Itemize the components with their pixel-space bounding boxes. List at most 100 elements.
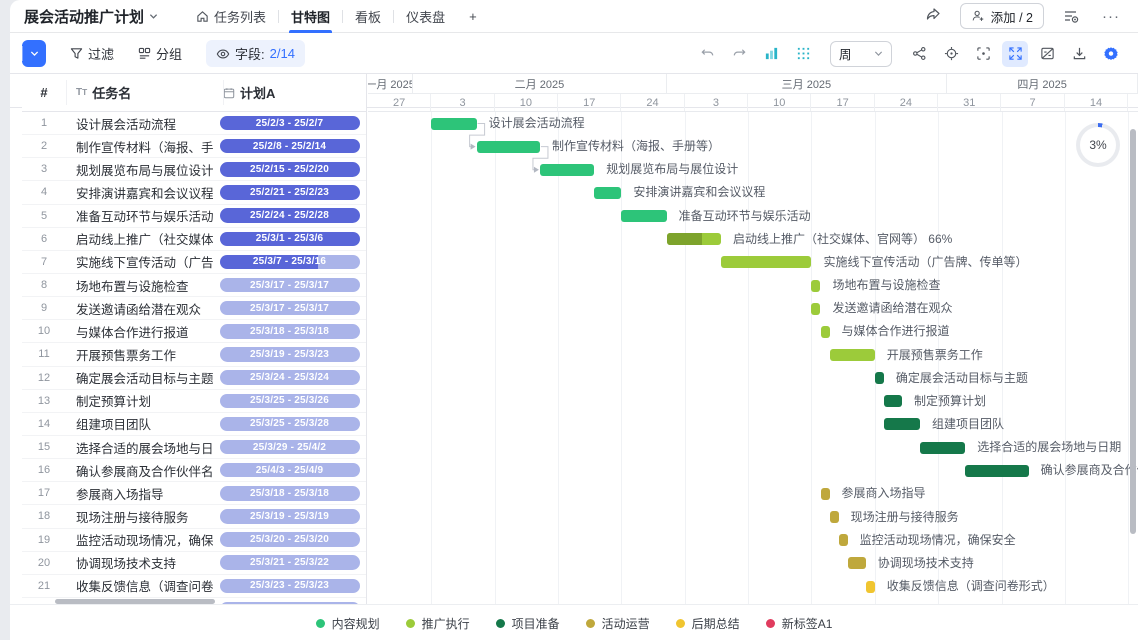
- date-range-pill[interactable]: 25/2/8 - 25/2/14: [220, 139, 360, 154]
- date-range-pill[interactable]: 25/3/20 - 25/3/20: [220, 532, 360, 547]
- table-row[interactable]: 4安排演讲嘉宾和会议议程25/2/21 - 25/2/23: [22, 181, 366, 204]
- date-range-pill[interactable]: [220, 602, 360, 605]
- tab-dashboard[interactable]: 仪表盘: [394, 0, 457, 33]
- tab-kanban[interactable]: 看板: [343, 0, 393, 33]
- date-range-pill[interactable]: 25/2/24 - 25/2/28: [220, 208, 360, 223]
- undo-icon[interactable]: [694, 41, 720, 67]
- table-row[interactable]: 7实施线下宣传活动（广告...25/3/7 - 25/3/16: [22, 251, 366, 274]
- date-range-pill[interactable]: 25/3/18 - 25/3/18: [220, 486, 360, 501]
- date-range-pill[interactable]: 25/3/17 - 25/3/17: [220, 278, 360, 293]
- project-title-menu[interactable]: 展会活动推广计划: [24, 6, 158, 27]
- locate-icon[interactable]: [938, 41, 964, 67]
- gantt-bar[interactable]: [811, 303, 820, 315]
- gantt-bar[interactable]: [884, 395, 902, 407]
- date-range-pill[interactable]: 25/3/25 - 25/3/28: [220, 417, 360, 432]
- new-task-dropdown[interactable]: [23, 49, 46, 58]
- date-range-pill[interactable]: 25/3/21 - 25/3/22: [220, 555, 360, 570]
- date-range-pill[interactable]: 25/3/19 - 25/3/19: [220, 509, 360, 524]
- time-scale-select[interactable]: 周: [830, 41, 892, 67]
- gantt-bar[interactable]: [965, 465, 1028, 477]
- gantt-bar[interactable]: [811, 280, 820, 292]
- table-row[interactable]: 6启动线上推广（社交媒体...25/3/1 - 25/3/6: [22, 228, 366, 251]
- redo-icon[interactable]: [726, 41, 752, 67]
- filter-button[interactable]: 过滤: [70, 44, 114, 63]
- gantt-bar[interactable]: [477, 141, 540, 153]
- date-range-pill[interactable]: 25/3/1 - 25/3/6: [220, 232, 360, 247]
- row-number: 7: [22, 256, 66, 268]
- download-icon[interactable]: [1066, 41, 1092, 67]
- settings-gear-icon[interactable]: [1098, 41, 1124, 67]
- date-range-pill[interactable]: 25/3/7 - 25/3/16: [220, 255, 360, 270]
- date-range-pill[interactable]: 25/3/18 - 25/3/18: [220, 324, 360, 339]
- date-range-pill[interactable]: 25/3/17 - 25/3/17: [220, 301, 360, 316]
- gantt-bar[interactable]: [821, 326, 830, 338]
- more-menu-icon[interactable]: ···: [1098, 3, 1124, 29]
- date-range-pill[interactable]: 25/3/29 - 25/4/2: [220, 440, 360, 455]
- table-row[interactable]: 1设计展会活动流程25/2/3 - 25/2/7: [22, 112, 366, 135]
- group-button[interactable]: 分组: [138, 44, 182, 63]
- table-row[interactable]: 14组建项目团队25/3/25 - 25/3/28: [22, 413, 366, 436]
- gantt-bar[interactable]: [667, 233, 721, 245]
- gantt-bar[interactable]: [540, 164, 594, 176]
- column-header-name[interactable]: TT 任务名: [66, 83, 213, 102]
- tab-task-list[interactable]: 任务列表: [184, 0, 278, 33]
- table-row[interactable]: 15选择合适的展会场地与日期25/3/29 - 25/4/2: [22, 436, 366, 459]
- gantt-bar[interactable]: [920, 442, 965, 454]
- gantt-bar[interactable]: [621, 210, 666, 222]
- table-row[interactable]: 13制定预算计划25/3/25 - 25/3/26: [22, 390, 366, 413]
- automation-icon[interactable]: [1058, 3, 1084, 29]
- share-button[interactable]: [920, 3, 946, 29]
- gantt-bar[interactable]: [875, 372, 884, 384]
- table-row[interactable]: 10与媒体合作进行报道25/3/18 - 25/3/18: [22, 320, 366, 343]
- gantt-bar[interactable]: [821, 488, 830, 500]
- date-range-pill[interactable]: 25/4/3 - 25/4/9: [220, 463, 360, 478]
- task-name: 制作宣传材料（海报、手...: [66, 137, 213, 156]
- table-row[interactable]: 3规划展览布局与展位设计25/2/15 - 25/2/20: [22, 158, 366, 181]
- new-task-button[interactable]: 新增: [22, 40, 46, 67]
- table-row[interactable]: 19监控活动现场情况，确保...25/3/20 - 25/3/20: [22, 529, 366, 552]
- column-header-plan[interactable]: 计划A: [213, 83, 366, 102]
- milestone-grid-icon[interactable]: [790, 41, 816, 67]
- add-member-button[interactable]: 添加 / 2: [960, 3, 1044, 29]
- gantt-bar[interactable]: [839, 534, 848, 546]
- baseline-icon[interactable]: [1034, 41, 1060, 67]
- header-bar: 展会活动推广计划 任务列表 甘特图 看板 仪表盘 +: [10, 0, 1138, 33]
- table-row[interactable]: 17参展商入场指导25/3/18 - 25/3/18: [22, 482, 366, 505]
- table-row[interactable]: 5准备互动环节与娱乐活动25/2/24 - 25/2/28: [22, 205, 366, 228]
- table-row[interactable]: 16确认参展商及合作伙伴名单25/4/3 - 25/4/9: [22, 459, 366, 482]
- gantt-bar[interactable]: [848, 557, 866, 569]
- date-range-pill[interactable]: 25/3/19 - 25/3/23: [220, 347, 360, 362]
- table-row[interactable]: 21收集反馈信息（调查问卷...25/3/23 - 25/3/23: [22, 575, 366, 598]
- fields-button[interactable]: 字段: 2/14: [206, 40, 305, 67]
- table-row[interactable]: 2制作宣传材料（海报、手...25/2/8 - 25/2/14: [22, 135, 366, 158]
- gantt-vertical-scrollbar[interactable]: [1130, 129, 1136, 534]
- table-horizontal-scrollbar[interactable]: [55, 599, 215, 604]
- share-network-icon[interactable]: [906, 41, 932, 67]
- date-range-pill[interactable]: 25/3/23 - 25/3/23: [220, 579, 360, 594]
- focus-icon[interactable]: [970, 41, 996, 67]
- fullscreen-icon[interactable]: [1002, 41, 1028, 67]
- chart-icon[interactable]: [758, 41, 784, 67]
- table-row[interactable]: 8场地布置与设施检查25/3/17 - 25/3/17: [22, 274, 366, 297]
- gantt-bar[interactable]: [830, 349, 875, 361]
- date-range-pill[interactable]: 25/3/25 - 25/3/26: [220, 394, 360, 409]
- table-row[interactable]: 12确定展会活动目标与主题25/3/24 - 25/3/24: [22, 367, 366, 390]
- table-row[interactable]: 9发送邀请函给潜在观众25/3/17 - 25/3/17: [22, 297, 366, 320]
- date-range-pill[interactable]: 25/2/21 - 25/2/23: [220, 185, 360, 200]
- tab-gantt[interactable]: 甘特图: [279, 0, 342, 33]
- table-row[interactable]: 18现场注册与接待服务25/3/19 - 25/3/19: [22, 505, 366, 528]
- table-row[interactable]: 20协调现场技术支持25/3/21 - 25/3/22: [22, 552, 366, 575]
- column-header-number[interactable]: #: [22, 85, 66, 100]
- gantt-bar[interactable]: [721, 256, 812, 268]
- date-range-pill[interactable]: 25/2/15 - 25/2/20: [220, 162, 360, 177]
- week-tick: 7: [1001, 94, 1064, 111]
- gantt-bar[interactable]: [866, 581, 875, 593]
- gantt-bar[interactable]: [830, 511, 839, 523]
- date-range-pill[interactable]: 25/2/3 - 25/2/7: [220, 116, 360, 131]
- table-row[interactable]: 11开展预售票务工作25/3/19 - 25/3/23: [22, 343, 366, 366]
- date-range-pill[interactable]: 25/3/24 - 25/3/24: [220, 370, 360, 385]
- add-view-tab[interactable]: +: [457, 0, 489, 33]
- gantt-bar[interactable]: [431, 118, 476, 130]
- gantt-bar[interactable]: [594, 187, 621, 199]
- gantt-bar[interactable]: [884, 418, 920, 430]
